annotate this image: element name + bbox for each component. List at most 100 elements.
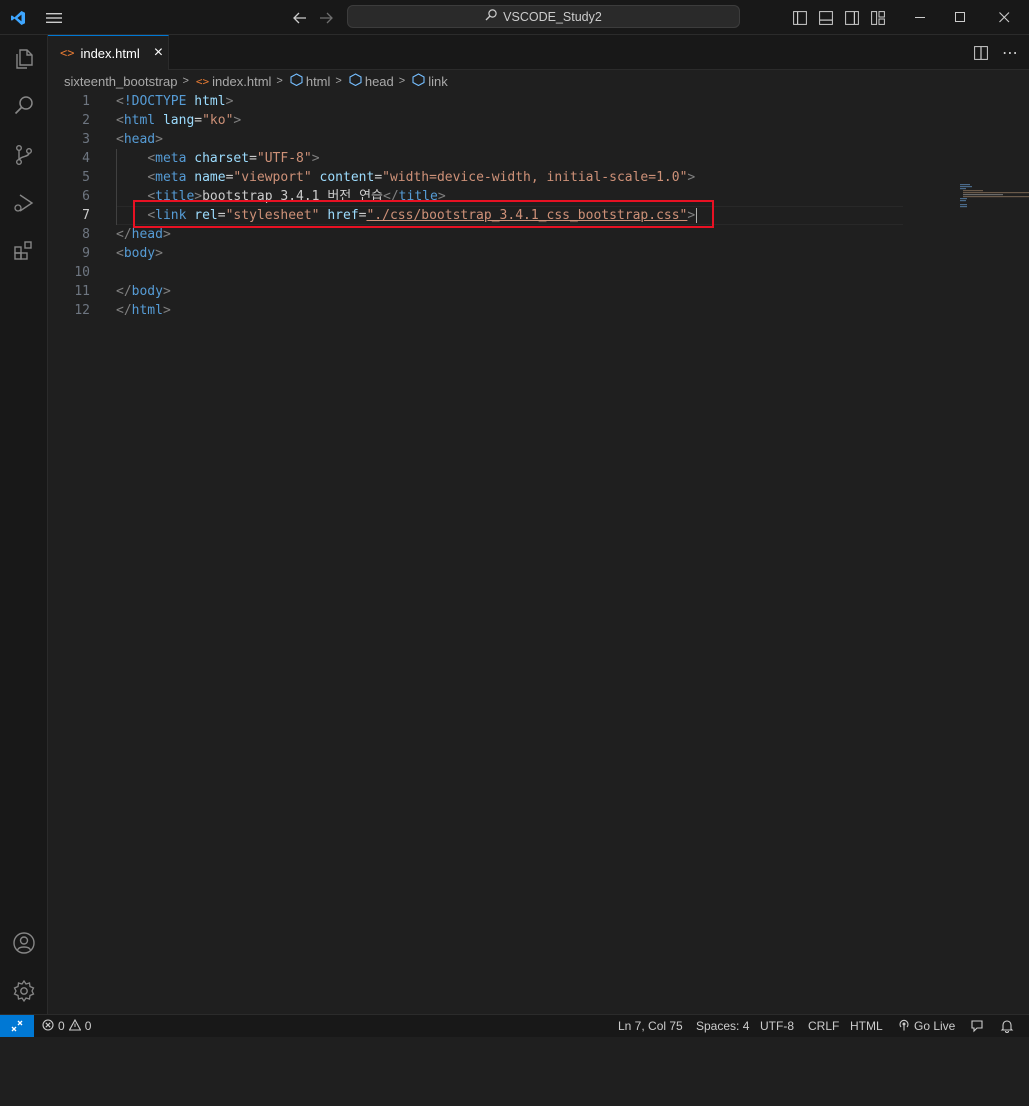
problems-indicator[interactable]: 0 0: [42, 1015, 91, 1037]
end-of-line[interactable]: CRLF: [808, 1015, 839, 1037]
code-line[interactable]: 1 <!DOCTYPE html>: [48, 92, 903, 111]
code-token: >: [687, 170, 696, 185]
code-line[interactable]: 12 </html>: [48, 301, 903, 320]
element-icon: [349, 73, 362, 89]
code-text: <body>: [116, 244, 163, 263]
indentation[interactable]: Spaces: 4: [696, 1015, 749, 1037]
account-icon[interactable]: [0, 919, 48, 967]
explorer-icon[interactable]: [0, 35, 48, 83]
breadcrumb-folder[interactable]: sixteenth_bootstrap: [64, 74, 177, 89]
settings-gear-icon[interactable]: [0, 967, 48, 1015]
code-text: </html>: [116, 301, 171, 320]
code-line[interactable]: 10: [48, 263, 903, 282]
tab-index-html[interactable]: <> index.html ×: [48, 35, 169, 70]
title-bar: VSCODE_Study2: [0, 0, 1029, 35]
code-line[interactable]: 5 <meta name="viewport" content="width=d…: [48, 168, 903, 187]
code-token: html: [131, 303, 163, 318]
more-actions-icon[interactable]: ⋯: [1000, 35, 1020, 70]
code-editor[interactable]: 1 <!DOCTYPE html> 2 <html lang="ko"> 3 <head>…: [48, 92, 1029, 1014]
code-token: <: [116, 113, 124, 128]
line-number: 6: [82, 189, 90, 204]
line-number: 11: [74, 284, 90, 299]
code-token: meta: [155, 170, 187, 185]
split-editor-icon[interactable]: [971, 35, 991, 70]
maximize-icon[interactable]: [937, 0, 983, 35]
code-token: name: [194, 170, 226, 185]
error-icon: [42, 1018, 54, 1034]
code-token: charset: [194, 151, 250, 166]
code-token: body: [123, 246, 156, 261]
code-text: <!DOCTYPE html>: [116, 92, 233, 111]
toggle-primary-sidebar-icon[interactable]: [791, 0, 809, 35]
forward-arrow-icon: [316, 0, 336, 35]
toggle-secondary-sidebar-icon[interactable]: [843, 0, 861, 35]
code-line[interactable]: 2 <html lang="ko">: [48, 111, 903, 130]
go-live-button[interactable]: Go Live: [898, 1015, 955, 1037]
customize-layout-icon[interactable]: [869, 0, 887, 35]
code-token: <: [147, 151, 156, 166]
go-live-label: Go Live: [914, 1019, 956, 1033]
command-center-search[interactable]: VSCODE_Study2: [347, 5, 740, 28]
code-text: <meta name="viewport" content="width=dev…: [116, 168, 695, 187]
search-icon[interactable]: [0, 81, 48, 129]
extensions-icon[interactable]: [0, 227, 48, 275]
chevron-right-icon: >: [276, 75, 283, 87]
code-token: <: [147, 170, 156, 185]
code-line[interactable]: 11 </body>: [48, 282, 903, 301]
remote-indicator-icon[interactable]: [0, 1015, 34, 1037]
breadcrumb-link[interactable]: link: [428, 74, 448, 89]
line-number: 7: [82, 208, 90, 223]
warning-icon: [68, 1018, 82, 1034]
code-token: >: [225, 94, 234, 109]
editor-tabs: <> index.html × ⋯: [48, 35, 1029, 70]
breadcrumb-file[interactable]: index.html: [212, 74, 271, 89]
code-token: </: [116, 227, 132, 242]
code-token: =: [249, 151, 257, 166]
feedback-icon[interactable]: [970, 1015, 984, 1037]
toggle-panel-icon[interactable]: [817, 0, 835, 35]
code-token: head: [123, 132, 156, 147]
line-number: 10: [74, 265, 90, 280]
code-token: "ko": [202, 113, 234, 128]
code-token: content: [319, 170, 375, 185]
code-token: head: [131, 227, 163, 242]
code-token: </: [116, 284, 132, 299]
encoding[interactable]: UTF-8: [760, 1015, 794, 1037]
language-mode[interactable]: HTML: [850, 1015, 883, 1037]
broadcast-icon: [898, 1019, 910, 1034]
code-token: >: [311, 151, 320, 166]
element-icon: [412, 73, 425, 89]
code-line[interactable]: 9 <body>: [48, 244, 903, 263]
notifications-bell-icon[interactable]: [1000, 1015, 1014, 1037]
breadcrumb-head[interactable]: head: [365, 74, 394, 89]
activity-bar: [0, 35, 48, 1014]
code-token: "width=device-width, initial-scale=1.0": [382, 170, 688, 185]
breadcrumb-html[interactable]: html: [306, 74, 331, 89]
code-line[interactable]: 3 <head>: [48, 130, 903, 149]
run-debug-icon[interactable]: [0, 179, 48, 227]
code-token: html: [194, 94, 226, 109]
code-token: <: [116, 94, 124, 109]
code-token: >: [155, 246, 163, 261]
minimap[interactable]: [960, 184, 1029, 224]
tab-close-icon[interactable]: ×: [154, 44, 163, 62]
cursor-position[interactable]: Ln 7, Col 75: [618, 1015, 683, 1037]
code-line[interactable]: 4 <meta charset="UTF-8">: [48, 149, 903, 168]
code-text: <meta charset="UTF-8">: [116, 149, 320, 168]
vscode-logo-icon: [8, 0, 28, 35]
chevron-right-icon: >: [182, 75, 189, 87]
element-icon: [290, 73, 303, 89]
error-count: 0: [58, 1019, 65, 1033]
close-icon[interactable]: [981, 0, 1027, 35]
code-token: html: [123, 113, 156, 128]
back-arrow-icon[interactable]: [290, 0, 310, 35]
source-control-icon[interactable]: [0, 131, 48, 179]
code-token: </: [116, 303, 132, 318]
code-token: lang: [162, 113, 195, 128]
code-token: body: [131, 284, 163, 299]
code-token: <: [116, 132, 124, 147]
menu-icon[interactable]: [44, 0, 64, 35]
workspace-name: VSCODE_Study2: [503, 9, 602, 24]
